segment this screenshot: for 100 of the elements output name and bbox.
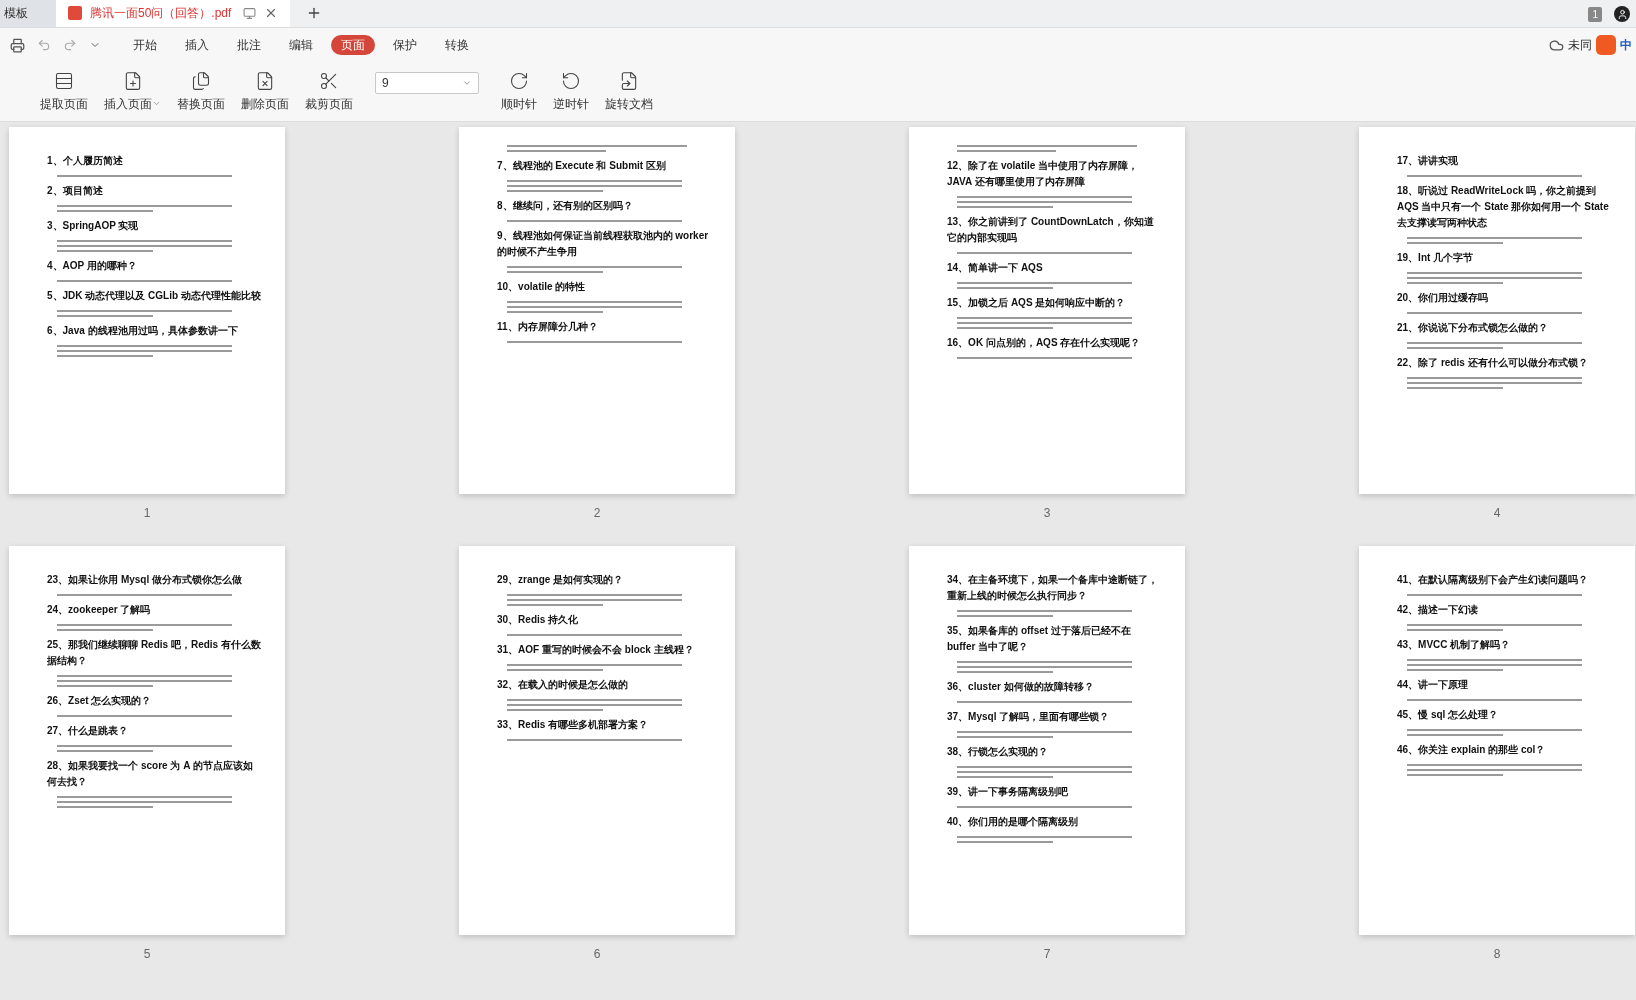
question-heading: 43、MVCC 机制了解吗？ bbox=[1397, 638, 1512, 652]
page-number-field[interactable]: 9 bbox=[375, 71, 479, 94]
page-tool-icon bbox=[319, 70, 339, 91]
tab-label: 腾讯一面50问（回答）.pdf bbox=[90, 5, 232, 22]
pdf-page[interactable]: 7、线程池的 Execute 和 Submit 区别 8、继续问，还有别的区别吗？ 9、线程池如何保证当前线程获取池内的 worker 的时候不产生争用 10、volatile 的特性 11、内存屏障分几种？ bbox=[459, 127, 735, 494]
question-heading: 15、加锁之后 AQS 是如何响应中断的？ bbox=[947, 296, 1127, 310]
question-heading: 22、除了 redis 还有什么可以做分布式锁？ bbox=[1397, 356, 1589, 370]
document-tab[interactable]: 腾讯一面50问（回答）.pdf bbox=[56, 0, 290, 27]
question-heading: 28、如果我要找一个 score 为 A 的节点应该如何去找？ bbox=[47, 759, 254, 789]
question-heading: 40、你们用的是哪个隔离级别 bbox=[947, 815, 1080, 829]
print-icon[interactable] bbox=[10, 37, 25, 53]
new-tab-icon[interactable] bbox=[306, 5, 322, 21]
pdf-page[interactable]: 41、在默认隔离级别下会产生幻读问题吗？ 42、描述一下幻读 43、MVCC 机制了解吗？ 44、讲一下原理 45、慢 sql 怎么处理？ 46、你关注 explain 的那些 col？ bbox=[1359, 546, 1635, 935]
question-heading: 46、你关注 explain 的那些 col？ bbox=[1397, 743, 1547, 757]
question-heading: 31、AOF 重写的时候会不会 block 主线程？ bbox=[497, 643, 695, 657]
page-count-badge: 1 bbox=[1588, 6, 1602, 22]
toolbar-button[interactable]: 提取页面 bbox=[36, 70, 92, 113]
question-heading: 18、听说过 ReadWriteLock 吗，你之前提到 AQS 当中只有一个 State 那你如何用一个 State 去支撑读写两种状态 bbox=[1397, 184, 1610, 230]
question-heading: 33、Redis 有哪些多机部署方案？ bbox=[497, 718, 650, 732]
undo-icon[interactable] bbox=[37, 38, 51, 52]
question-heading: 25、那我们继续聊聊 Redis 吧，Redis 有什么数据结构？ bbox=[47, 638, 261, 668]
pdf-page[interactable]: 1、个人履历简述 2、项目简述 3、SpringAOP 实现 4、AOP 用的哪种？ 5、JDK 动态代理以及 CGLib 动态代理性能比较 6、Java 的线程池用过吗，具体参数讲一下 bbox=[9, 127, 285, 494]
menu-tab[interactable]: 转换 bbox=[435, 36, 479, 54]
ime-logo-icon[interactable] bbox=[1596, 35, 1616, 55]
question-heading: 2、项目简述 bbox=[47, 184, 104, 198]
question-heading: 6、Java 的线程池用过吗，具体参数讲一下 bbox=[47, 324, 239, 338]
page-number: 8 bbox=[1493, 946, 1501, 963]
document-tab[interactable]: 模板 bbox=[0, 0, 56, 27]
page-number: 7 bbox=[1043, 946, 1051, 963]
question-heading: 30、Redis 持久化 bbox=[497, 613, 580, 627]
question-heading: 32、在载入的时候是怎么做的 bbox=[497, 678, 630, 692]
sync-status[interactable]: 未同 bbox=[1568, 36, 1592, 54]
ime-mode[interactable]: 中 bbox=[1620, 36, 1632, 54]
question-heading: 41、在默认隔离级别下会产生幻读问题吗？ bbox=[1397, 573, 1590, 587]
question-heading: 12、除了在 volatile 当中使用了内存屏障，JAVA 还有哪里使用了内存屏障 bbox=[947, 159, 1140, 189]
question-heading: 7、线程池的 Execute 和 Submit 区别 bbox=[497, 159, 667, 173]
question-heading: 26、Zset 怎么实现的？ bbox=[47, 694, 153, 708]
menu-tab[interactable]: 编辑 bbox=[279, 36, 323, 54]
pdf-page[interactable]: 17、讲讲实现 18、听说过 ReadWriteLock 吗，你之前提到 AQS 当中只有一个 State 那你如何用一个 State 去支撑读写两种状态 19、Int 几个字节 20、你们用过缓存吗 21、你说说下分布式锁怎么做的？ 22、除了 redis 还有什么可以做分布式锁？ bbox=[1359, 127, 1635, 494]
pdf-page[interactable]: 29、zrange 是如何实现的？ 30、Redis 持久化 31、AOF 重写的时候会不会 block 主线程？ 32、在载入的时候是怎么做的 33、Redis 有哪些多机部署方案？ bbox=[459, 546, 735, 935]
page-number: 5 bbox=[143, 946, 151, 963]
page-number: 6 bbox=[593, 946, 601, 963]
avatar-icon[interactable] bbox=[1614, 6, 1630, 22]
question-heading: 38、行锁怎么实现的？ bbox=[947, 745, 1050, 759]
page-tool-icon bbox=[54, 70, 74, 91]
page-number: 1 bbox=[143, 505, 151, 522]
question-heading: 20、你们用过缓存吗 bbox=[1397, 291, 1490, 305]
page-number: 4 bbox=[1493, 505, 1501, 522]
caret-icon[interactable] bbox=[152, 99, 161, 108]
question-heading: 35、如果备库的 offset 过于落后已经不在 buffer 当中了呢？ bbox=[947, 624, 1132, 654]
question-heading: 36、cluster 如何做的故障转移？ bbox=[947, 680, 1095, 694]
question-heading: 14、简单讲一下 AQS bbox=[947, 261, 1044, 275]
question-heading: 24、zookeeper 了解吗 bbox=[47, 603, 152, 617]
cloud-icon[interactable] bbox=[1549, 37, 1564, 53]
question-heading: 5、JDK 动态代理以及 CGLib 动态代理性能比较 bbox=[47, 289, 261, 303]
menu-tab[interactable]: 开始 bbox=[123, 36, 167, 54]
toolbar-button[interactable]: 裁剪页面 bbox=[301, 70, 357, 113]
pdf-page[interactable]: 23、如果让你用 Mysql 做分布式锁你怎么做 24、zookeeper 了解吗 25、那我们继续聊聊 Redis 吧，Redis 有什么数据结构？ 26、Zset 怎么实现的？ 27、什么是跳表？ 28、如果我要找一个 score 为 A 的节点应该如何去找？ bbox=[9, 546, 285, 935]
question-heading: 1、个人履历简述 bbox=[47, 154, 124, 168]
question-heading: 37、Mysql 了解吗，里面有哪些锁？ bbox=[947, 710, 1111, 724]
question-heading: 27、什么是跳表？ bbox=[47, 724, 130, 738]
question-heading: 21、你说说下分布式锁怎么做的？ bbox=[1397, 321, 1550, 335]
question-heading: 29、zrange 是如何实现的？ bbox=[497, 573, 625, 587]
page-tool-icon bbox=[255, 70, 275, 91]
toolbar-button[interactable]: 替换页面 bbox=[173, 70, 229, 113]
question-heading: 44、讲一下原理 bbox=[1397, 678, 1470, 692]
question-heading: 45、慢 sql 怎么处理？ bbox=[1397, 708, 1500, 722]
pdf-page[interactable]: 34、在主备环境下，如果一个备库中途断链了，重新上线的时候怎么执行同步？ 35、如果备库的 offset 过于落后已经不在 buffer 当中了呢？ 36、cluster 如何做的故障转移？ 37、Mysql 了解吗，里面有哪些锁？ 38、行锁怎么实现的？ 39、讲一下事务隔离级别吧 40、你们用的是哪个隔离级别 bbox=[909, 546, 1185, 935]
redo-icon[interactable] bbox=[63, 38, 77, 52]
question-heading: 34、在主备环境下，如果一个备库中途断链了，重新上线的时候怎么执行同步？ bbox=[947, 573, 1160, 603]
page-tool-icon bbox=[509, 70, 529, 91]
question-heading: 11、内存屏障分几种？ bbox=[497, 320, 599, 334]
question-heading: 19、Int 几个字节 bbox=[1397, 251, 1475, 265]
monitor-icon[interactable] bbox=[243, 6, 256, 20]
question-heading: 4、AOP 用的哪种？ bbox=[47, 259, 138, 273]
question-heading: 3、SpringAOP 实现 bbox=[47, 219, 140, 233]
question-heading: 39、讲一下事务隔离级别吧 bbox=[947, 785, 1070, 799]
question-heading: 13、你之前讲到了 CountDownLatch，你知道它的内部实现吗 bbox=[947, 215, 1155, 245]
question-heading: 16、OK 问点别的，AQS 存在什么实现呢？ bbox=[947, 336, 1142, 350]
page-tool-icon bbox=[191, 70, 211, 91]
menu-tab[interactable]: 页面 bbox=[331, 35, 375, 55]
tab-label: 模板 bbox=[4, 5, 28, 22]
question-heading: 9、线程池如何保证当前线程获取池内的 worker 的时候不产生争用 bbox=[497, 229, 710, 259]
toolbar-button[interactable]: 插入页面 bbox=[100, 70, 165, 113]
toolbar-button[interactable]: 删除页面 bbox=[237, 70, 293, 113]
close-icon[interactable] bbox=[264, 6, 278, 20]
page-tool-icon bbox=[561, 70, 581, 91]
question-heading: 10、volatile 的特性 bbox=[497, 280, 587, 294]
question-heading: 8、继续问，还有别的区别吗？ bbox=[497, 199, 634, 213]
question-heading: 42、描述一下幻读 bbox=[1397, 603, 1480, 617]
toolbar-button[interactable]: 旋转文档 bbox=[601, 70, 657, 113]
menu-tab[interactable]: 批注 bbox=[227, 36, 271, 54]
page-number: 2 bbox=[593, 505, 601, 522]
pdf-page[interactable]: 12、除了在 volatile 当中使用了内存屏障，JAVA 还有哪里使用了内存屏障 13、你之前讲到了 CountDownLatch，你知道它的内部实现吗 14、简单讲一下 AQS 15、加锁之后 AQS 是如何响应中断的？ 16、OK 问点别的，AQS 存在什么实现呢？ bbox=[909, 127, 1185, 494]
toolbar-button[interactable]: 逆时针 bbox=[549, 70, 593, 113]
menu-tab[interactable]: 保护 bbox=[383, 36, 427, 54]
toolbar-button[interactable]: 顺时针 bbox=[497, 70, 541, 113]
page-tool-icon bbox=[619, 70, 639, 91]
question-heading: 23、如果让你用 Mysql 做分布式锁你怎么做 bbox=[47, 573, 244, 587]
menu-tab[interactable]: 插入 bbox=[175, 36, 219, 54]
